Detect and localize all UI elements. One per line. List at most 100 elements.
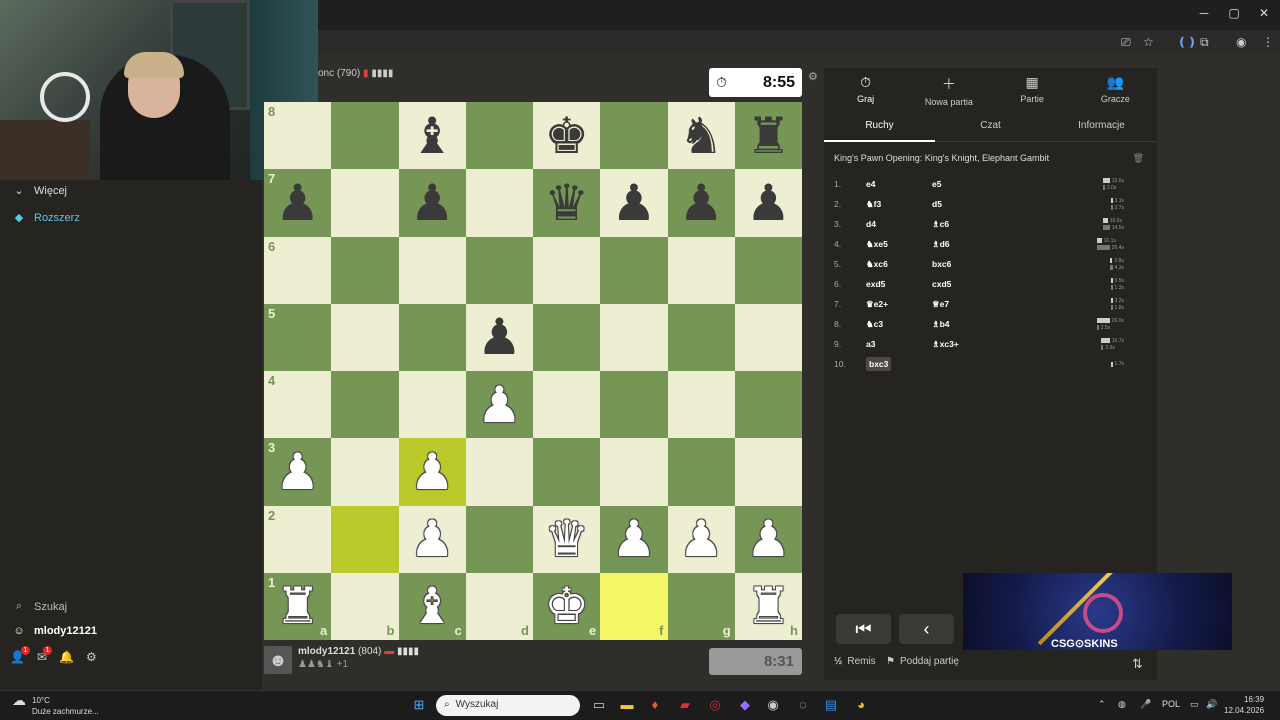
square-b1[interactable]: b [331,572,399,640]
square-a8[interactable]: 8 [264,102,332,170]
terminal-app-icon[interactable]: ▰ [676,697,694,713]
black-move[interactable]: bxc6 [932,259,998,269]
square-h4[interactable] [734,371,802,439]
square-e2[interactable]: ♛ [533,505,601,573]
white-move[interactable]: ♞c3 [866,319,932,330]
black-knight-piece[interactable]: ♞ [668,102,735,169]
square-h1[interactable]: ♜ h [734,572,802,640]
square-f5[interactable] [600,303,668,371]
white-move[interactable]: ♛e2+ [866,299,932,310]
square-f1[interactable]: f [600,572,668,640]
square-a5[interactable]: 5 [264,303,332,371]
square-e5[interactable] [533,303,601,371]
square-d8[interactable] [465,102,533,170]
black-king-piece[interactable]: ♚ [533,102,600,169]
black-move[interactable]: ♕e7 [932,299,998,310]
opera-icon[interactable]: ◎ [706,697,724,713]
white-pawn-piece[interactable]: ♟ [735,506,802,573]
tab-play[interactable]: ⏱ Graj [824,68,907,108]
square-a6[interactable]: 6 [264,236,332,304]
square-h6[interactable] [734,236,802,304]
square-c8[interactable]: ♝ [398,102,466,170]
sidebar-item-extend[interactable]: ◆ Rozszerz [12,211,80,225]
minimize-button[interactable]: ─ [1194,6,1214,20]
white-pawn-piece[interactable]: ♟ [600,506,667,573]
flip-board-icon[interactable]: ⇅ [1132,656,1143,672]
draw-button[interactable]: ½ Remis [834,656,876,667]
steam-icon[interactable]: ◉ [764,697,782,713]
white-queen-piece[interactable]: ♛ [533,506,600,573]
white-pawn-piece[interactable]: ♟ [466,371,533,438]
black-move[interactable]: ♗c6 [932,219,998,230]
square-f3[interactable] [600,438,668,506]
microphone-icon[interactable]: 🎤 [1140,699,1151,710]
extensions-puzzle-icon[interactable]: ⧉ [1200,35,1209,50]
close-button[interactable]: ✕ [1254,6,1274,20]
previous-move-button[interactable]: ‹ [899,614,954,644]
square-h2[interactable]: ♟ [734,505,802,573]
white-move[interactable]: a3 [866,339,932,349]
task-view-icon[interactable]: ▭ [590,697,608,713]
square-d1[interactable]: d [465,572,533,640]
square-f8[interactable] [600,102,668,170]
black-pawn-piece[interactable]: ♟ [466,304,533,371]
white-pawn-piece[interactable]: ♟ [668,506,735,573]
black-move[interactable]: ♗d6 [932,239,998,250]
square-g7[interactable]: ♟ [667,169,735,237]
black-pawn-piece[interactable]: ♟ [399,169,466,236]
black-move[interactable]: ♗xc3+ [932,339,998,350]
bell-icon[interactable]: 🔔 [59,650,74,664]
sidebar-item-profile[interactable]: ☺ mlody12121 [12,625,97,637]
black-queen-piece[interactable]: ♛ [533,169,600,236]
square-c4[interactable] [398,371,466,439]
trash-icon[interactable]: 🗑 [1133,153,1144,164]
black-move[interactable]: d5 [932,199,998,209]
volume-icon[interactable]: 🔊 [1206,699,1217,710]
square-h7[interactable]: ♟ [734,169,802,237]
black-move[interactable]: cxd5 [932,279,998,289]
subtab-info[interactable]: Informacje [1046,110,1157,141]
square-b8[interactable] [331,102,399,170]
square-b4[interactable] [331,371,399,439]
square-d7[interactable] [465,169,533,237]
sidebar-item-more[interactable]: ⌄ Więcej [12,184,67,198]
square-d2[interactable] [465,505,533,573]
bookmark-star-icon[interactable]: ☆ [1143,35,1154,49]
square-g4[interactable] [667,371,735,439]
black-bishop-piece[interactable]: ♝ [399,102,466,169]
black-pawn-piece[interactable]: ♟ [600,169,667,236]
tray-chevron-icon[interactable]: ⌃ [1098,699,1106,710]
app-circle-icon[interactable]: ◌ [794,697,812,713]
brave-browser-icon[interactable]: ♦ [646,697,664,713]
square-g6[interactable] [667,236,735,304]
square-c5[interactable] [398,303,466,371]
white-move[interactable]: exd5 [866,279,932,289]
square-a2[interactable]: 2 [264,505,332,573]
cast-icon[interactable]: ⎚ [1121,35,1131,50]
maximize-button[interactable]: ▢ [1224,6,1244,20]
black-pawn-piece[interactable]: ♟ [668,169,735,236]
square-e3[interactable] [533,438,601,506]
chrome-icon[interactable]: ◕ [852,697,870,713]
profile-avatar-icon[interactable]: ◉ [1236,35,1246,49]
square-e6[interactable] [533,236,601,304]
white-pawn-piece[interactable]: ♟ [399,506,466,573]
square-e7[interactable]: ♛ [533,169,601,237]
sponsor-ad[interactable]: CSG⊙SKINS [963,573,1232,650]
black-move[interactable]: ♗b4 [932,319,998,330]
file-explorer-icon[interactable]: ▬ [618,697,636,713]
black-pawn-piece[interactable]: ♟ [735,169,802,236]
resign-button[interactable]: ⚑ Poddaj partię [886,656,959,667]
square-c1[interactable]: ♝ c [398,572,466,640]
square-g8[interactable]: ♞ [667,102,735,170]
square-b3[interactable] [331,438,399,506]
square-e4[interactable] [533,371,601,439]
gear-icon[interactable]: ⚙ [86,650,97,664]
square-h3[interactable] [734,438,802,506]
language-indicator[interactable]: POL [1162,699,1180,709]
tab-players[interactable]: 👥 Gracze [1074,68,1157,108]
extension-icon[interactable]: ❪❫ [1177,35,1197,49]
mail-icon[interactable]: ✉ 1 [37,646,53,664]
square-e8[interactable]: ♚ [533,102,601,170]
subtab-chat[interactable]: Czat [935,110,1046,141]
